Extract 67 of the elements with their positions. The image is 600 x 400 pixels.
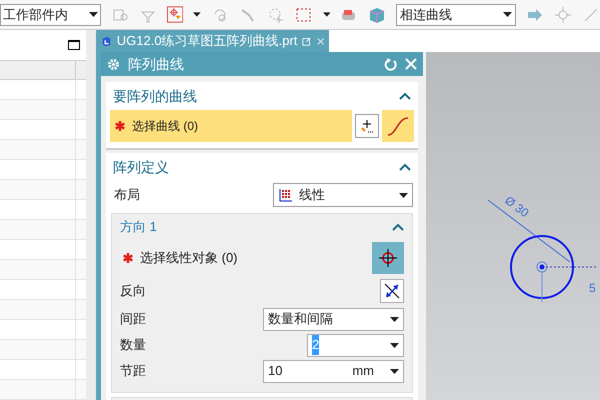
field-label: 节距 bbox=[120, 362, 146, 380]
section-title: 阵列定义 bbox=[113, 158, 169, 176]
close-icon[interactable] bbox=[316, 36, 324, 46]
spacing-dropdown[interactable]: 数量和间隔 bbox=[263, 308, 404, 330]
field-label: 布局 bbox=[114, 186, 140, 204]
table-row[interactable] bbox=[0, 180, 86, 200]
dropdown-arrow-icon bbox=[390, 316, 399, 322]
table-row[interactable] bbox=[0, 200, 86, 220]
table-row[interactable] bbox=[0, 160, 86, 180]
curve-button[interactable] bbox=[382, 110, 414, 142]
cube-icon[interactable] bbox=[368, 6, 386, 24]
curve-rule-dropdown[interactable]: 相连曲线 bbox=[396, 4, 516, 26]
box-select-icon[interactable] bbox=[294, 6, 313, 24]
dropdown-arrow-icon bbox=[502, 12, 512, 17]
tab-title: UG12.0练习草图五阵列曲线.prt bbox=[116, 32, 298, 50]
unit-label: mm bbox=[352, 362, 374, 380]
collapse-caret-icon[interactable] bbox=[392, 223, 404, 231]
dropdown-arrow-icon bbox=[192, 12, 201, 17]
dropdown-arrow-icon bbox=[88, 12, 98, 17]
field-label: 反向 bbox=[120, 282, 146, 300]
table-row[interactable] bbox=[0, 300, 86, 320]
table-row[interactable] bbox=[0, 320, 86, 340]
dashed-circle-icon[interactable] bbox=[266, 6, 285, 24]
table-row[interactable] bbox=[0, 240, 86, 260]
table-row[interactable] bbox=[0, 80, 86, 100]
collapse-caret-icon[interactable] bbox=[399, 92, 411, 100]
table-row[interactable] bbox=[0, 140, 86, 160]
field-label: 数量 bbox=[120, 336, 146, 354]
dialog-title: 阵列曲线 bbox=[128, 54, 185, 74]
scope-dropdown[interactable]: 工作部件内 bbox=[0, 4, 101, 26]
crosshair-icon bbox=[378, 248, 398, 268]
table-row[interactable] bbox=[0, 120, 86, 140]
curve-icon bbox=[386, 116, 410, 136]
dropdown-arrow-icon bbox=[390, 342, 399, 348]
add-selection-button[interactable] bbox=[355, 114, 379, 138]
reverse-arrows-icon bbox=[383, 282, 401, 300]
section-title: 要阵列的曲线 bbox=[113, 86, 197, 106]
sketch-drawing: Ø 30 5 bbox=[486, 192, 596, 302]
table-row[interactable] bbox=[0, 380, 86, 400]
table-row[interactable] bbox=[0, 340, 86, 360]
point-select-button[interactable] bbox=[372, 242, 404, 274]
linear-pattern-icon bbox=[278, 188, 293, 202]
table-row[interactable] bbox=[0, 260, 86, 280]
pitch-field[interactable]: 10 mm bbox=[263, 360, 404, 382]
crosshair-filter-icon[interactable] bbox=[166, 5, 183, 24]
table-row[interactable] bbox=[0, 220, 86, 240]
crosshair-icon bbox=[359, 118, 375, 134]
field-label: 间距 bbox=[120, 310, 146, 328]
maximize-icon[interactable] bbox=[68, 40, 80, 50]
collapse-caret-icon[interactable] bbox=[399, 163, 411, 171]
table-row[interactable] bbox=[0, 280, 86, 300]
reset-icon[interactable] bbox=[384, 58, 397, 70]
edit-icon[interactable] bbox=[302, 36, 312, 46]
part-file-icon bbox=[101, 34, 112, 48]
table-row[interactable] bbox=[0, 360, 86, 380]
select-curve-label: 选择曲线 (0) bbox=[132, 118, 198, 135]
node-icon[interactable] bbox=[554, 6, 572, 24]
dropdown-arrow-icon bbox=[390, 368, 399, 374]
select-curve-row[interactable]: 选择曲线 (0) bbox=[110, 110, 352, 142]
settings-icon[interactable] bbox=[107, 58, 120, 70]
select-object-label: 选择线性对象 (0) bbox=[140, 249, 238, 268]
dropdown-arrow-icon bbox=[322, 12, 330, 17]
subsection-title: 方向 1 bbox=[120, 218, 157, 236]
dropdown-arrow-icon bbox=[399, 192, 408, 198]
reverse-direction-button[interactable] bbox=[380, 279, 404, 303]
layout-dropdown[interactable]: 线性 bbox=[273, 183, 413, 207]
table-row[interactable] bbox=[0, 100, 86, 120]
